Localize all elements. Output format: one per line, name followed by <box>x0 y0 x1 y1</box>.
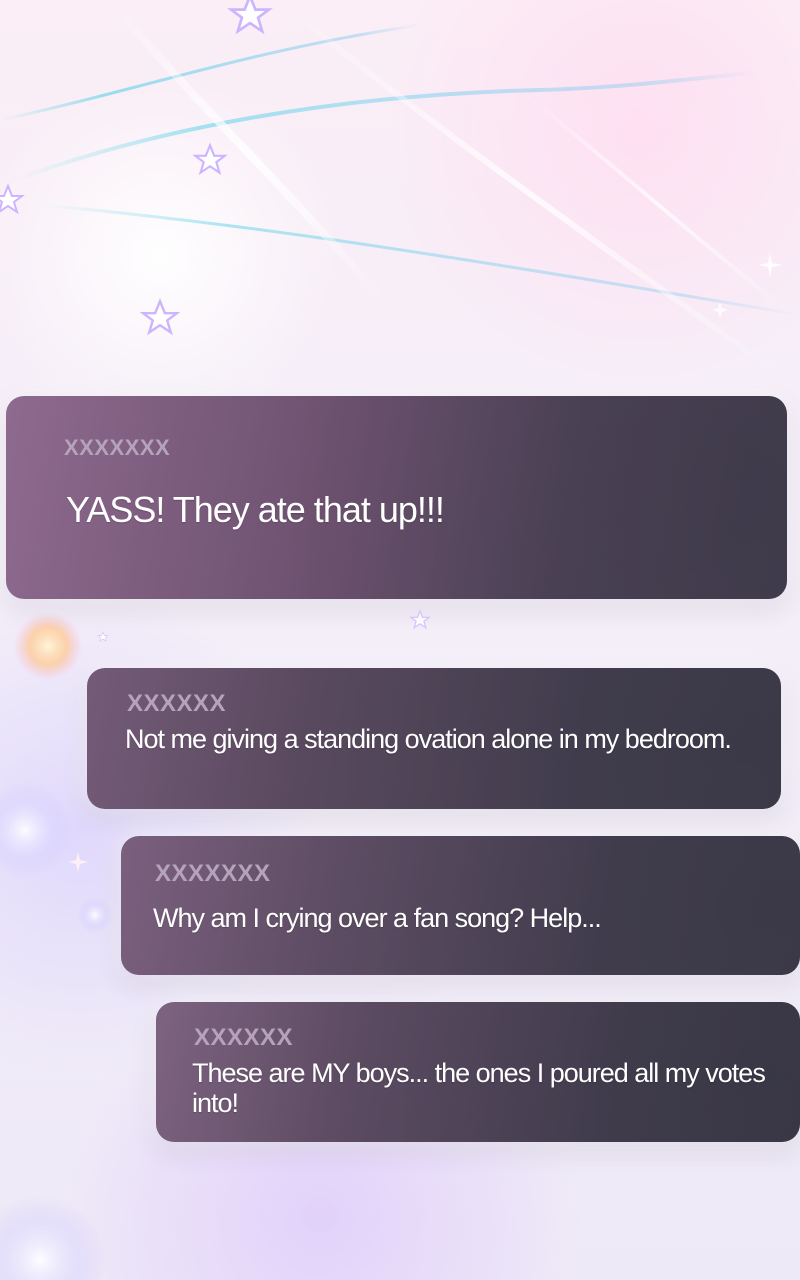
comment-text: YASS! They ate that up!!! <box>66 489 445 530</box>
orb-icon <box>77 897 113 933</box>
light-streak <box>278 0 800 393</box>
sparkle-icon <box>758 253 782 277</box>
light-streak <box>106 0 394 313</box>
comment-username: XXXXXXX <box>155 860 271 887</box>
sparkle-icon <box>68 852 88 872</box>
star-icon <box>0 183 25 215</box>
light-streak <box>518 88 800 322</box>
star-icon <box>97 631 109 643</box>
comment-username: XXXXXXX <box>64 435 171 460</box>
comment-username: XXXXXX <box>194 1024 294 1051</box>
star-icon <box>408 609 432 630</box>
orb-icon <box>14 612 82 680</box>
orb-icon <box>0 782 73 878</box>
star-icon <box>227 0 273 35</box>
comment-card: XXXXXXX Why am I crying over a fan song?… <box>121 836 800 975</box>
comment-text: Why am I crying over a fan song? Help... <box>153 903 602 933</box>
sparkle-icon <box>712 302 728 318</box>
star-icon <box>139 297 181 336</box>
star-icon <box>192 142 228 176</box>
comment-card: XXXXXXX YASS! They ate that up!!! <box>6 396 787 599</box>
comment-card: XXXXXX These are MY boys... the ones I p… <box>156 1002 800 1142</box>
comment-scene: XXXXXXX YASS! They ate that up!!! XXXXXX… <box>0 0 800 1280</box>
light-streak <box>14 70 761 182</box>
light-streak <box>39 203 800 317</box>
orb-icon <box>0 1195 105 1280</box>
comment-text: Not me giving a standing ovation alone i… <box>125 724 732 754</box>
comment-card: XXXXXX Not me giving a standing ovation … <box>87 668 781 809</box>
comment-username: XXXXXX <box>127 690 227 717</box>
comment-text: These are MY boys... the ones I poured a… <box>192 1058 766 1119</box>
light-streak <box>0 23 421 122</box>
